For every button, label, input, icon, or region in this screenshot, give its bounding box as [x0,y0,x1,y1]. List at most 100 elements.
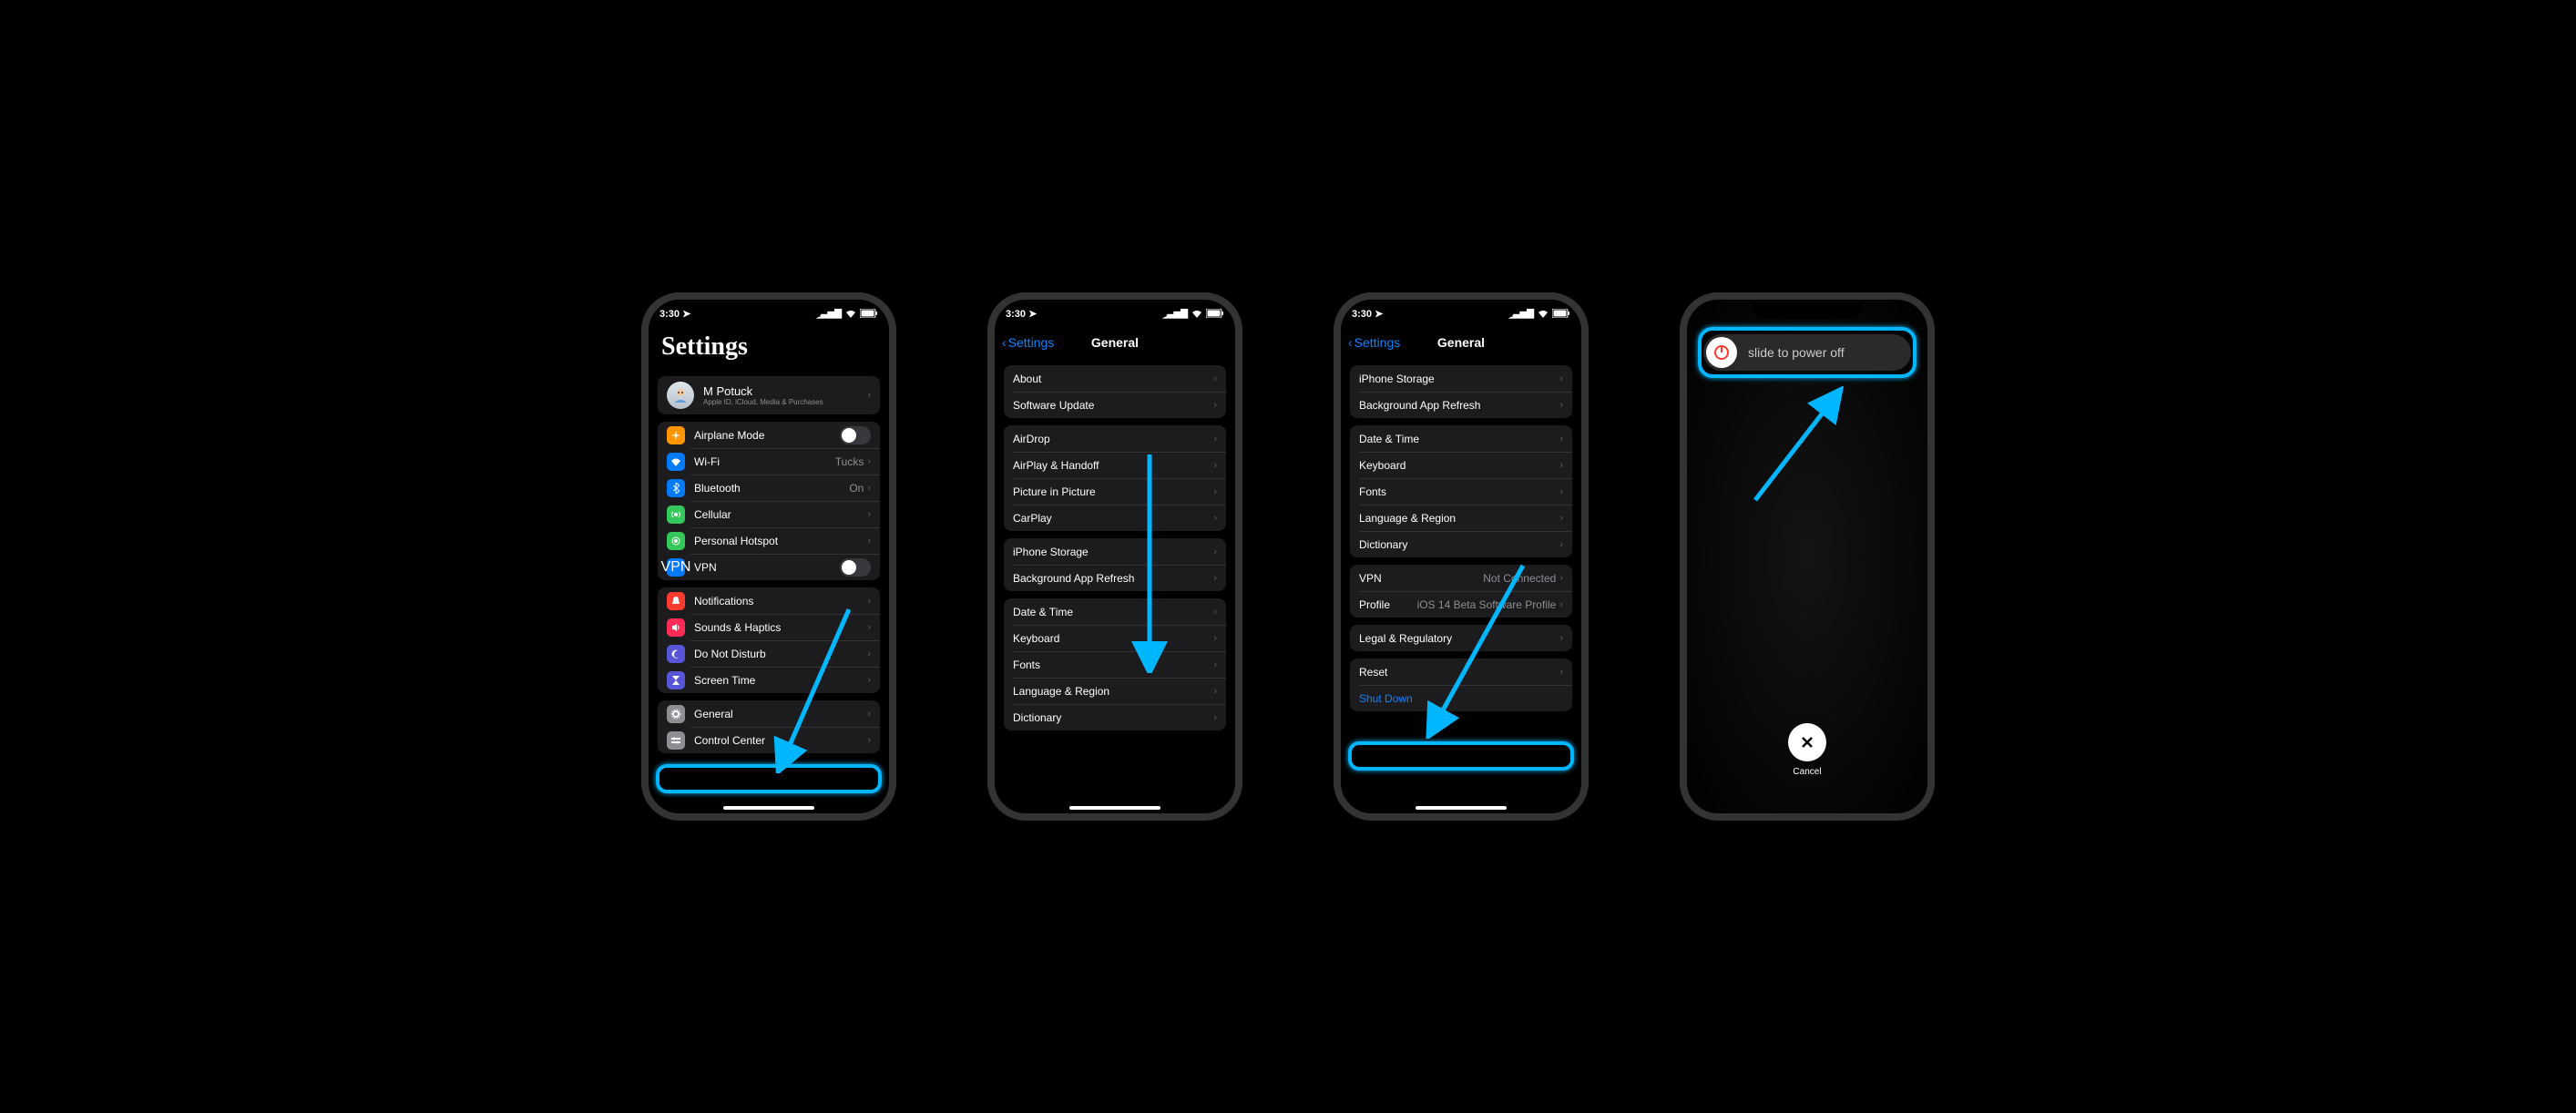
settings-row[interactable]: iPhone Storage› [1350,365,1572,392]
wifi-status-icon [845,310,856,318]
power-knob[interactable] [1706,337,1737,368]
chevron-right-icon: › [1213,546,1217,557]
settings-row[interactable]: AirPlay & Handoff› [1004,452,1226,478]
row-label: Profile [1359,598,1417,611]
home-indicator[interactable] [723,806,814,810]
settings-row[interactable]: Picture in Picture› [1004,478,1226,505]
home-indicator[interactable] [1416,806,1507,810]
back-button[interactable]: ‹Settings [1002,335,1054,350]
settings-row[interactable]: Cellular› [658,501,880,527]
row-label: Software Update [1013,399,1213,412]
chevron-right-icon: › [1213,659,1217,670]
chevron-right-icon: › [1559,400,1563,411]
battery-icon [860,309,878,318]
chevron-right-icon: › [1559,633,1563,644]
avatar [667,382,694,409]
row-label: Date & Time [1013,606,1213,618]
toggle-switch[interactable] [840,558,871,577]
nav-title: General [1437,335,1485,350]
chevron-right-icon: › [1213,460,1217,471]
nav-title: General [1091,335,1139,350]
chevron-right-icon: › [1213,573,1217,584]
settings-row[interactable]: Dictionary› [1350,531,1572,557]
row-label: Fonts [1359,485,1559,498]
settings-row[interactable]: Airplane Mode [658,422,880,448]
airplane-icon [667,426,685,444]
chevron-right-icon: › [1559,599,1563,610]
chevron-right-icon: › [867,709,871,720]
location-icon: ➤ [682,309,690,320]
apple-id-row[interactable]: M Potuck Apple ID, iCloud, Media & Purch… [658,376,880,414]
page-title: Settings [649,327,889,369]
row-label: About [1013,373,1213,385]
settings-row[interactable]: Keyboard› [1004,625,1226,651]
sound-icon [667,618,685,637]
status-time: 3:30 [1006,309,1026,320]
settings-row[interactable]: Fonts› [1350,478,1572,505]
settings-row[interactable]: CarPlay› [1004,505,1226,531]
settings-group: iPhone Storage›Background App Refresh› [1350,365,1572,418]
location-icon: ➤ [1375,309,1383,320]
chevron-right-icon: › [1213,434,1217,444]
chevron-right-icon: › [1213,400,1217,411]
back-button[interactable]: ‹Settings [1348,335,1400,350]
row-label: Dictionary [1013,711,1213,724]
arrow-annotation [767,600,858,773]
chevron-right-icon: › [1559,573,1563,584]
home-indicator[interactable] [1069,806,1160,810]
settings-row[interactable]: Date & Time› [1004,598,1226,625]
chevron-right-icon: › [867,509,871,520]
row-label: Background App Refresh [1013,572,1213,585]
toggle-switch[interactable] [840,426,871,444]
settings-group: AirDrop›AirPlay & Handoff›Picture in Pic… [1004,425,1226,531]
settings-row[interactable]: Language & Region› [1350,505,1572,531]
row-label: Language & Region [1359,512,1559,525]
arrow-annotation [1418,556,1537,739]
chevron-right-icon: › [1213,373,1217,384]
settings-row[interactable]: Keyboard› [1350,452,1572,478]
row-label: Language & Region [1013,685,1213,698]
slide-to-power-off[interactable]: slide to power off [1703,334,1911,371]
settings-row[interactable]: Dictionary› [1004,704,1226,730]
row-label: CarPlay [1013,512,1213,525]
row-label: Cellular [694,508,867,521]
row-label: Picture in Picture [1013,485,1213,498]
chevron-right-icon: › [867,390,871,401]
cancel-button[interactable] [1788,723,1826,761]
settings-row[interactable]: Fonts› [1004,651,1226,678]
settings-row[interactable]: BluetoothOn› [658,475,880,501]
settings-row[interactable]: Wi-FiTucks› [658,448,880,475]
back-label: Settings [1354,335,1401,350]
notch [1060,300,1170,320]
row-label: Personal Hotspot [694,535,867,547]
profile-name: M Potuck [703,384,867,398]
settings-row[interactable]: Background App Refresh› [1350,392,1572,418]
hotspot-icon [667,532,685,550]
slide-label: slide to power off [1748,345,1845,360]
row-label: VPN [694,561,840,574]
settings-row[interactable]: Date & Time› [1350,425,1572,452]
vpn-icon: VPN [667,558,685,577]
settings-row[interactable]: Software Update› [1004,392,1226,418]
nav-bar: ‹Settings General [1341,327,1581,358]
settings-row[interactable]: iPhone Storage› [1004,538,1226,565]
cell-icon [667,505,685,524]
settings-row[interactable]: AirDrop› [1004,425,1226,452]
chevron-right-icon: › [867,483,871,494]
chevron-right-icon: › [1559,373,1563,384]
chevron-right-icon: › [1213,607,1217,618]
cancel-label: Cancel [1687,767,1927,777]
chevron-right-icon: › [1559,513,1563,524]
chevron-right-icon: › [867,596,871,607]
settings-row[interactable]: VPN VPN [658,554,880,580]
row-label: Background App Refresh [1359,399,1559,412]
settings-group: About›Software Update› [1004,365,1226,418]
settings-row[interactable]: Personal Hotspot› [658,527,880,554]
chevron-right-icon: › [1213,486,1217,497]
settings-group-1: Airplane ModeWi-FiTucks›BluetoothOn›Cell… [658,422,880,580]
status-time: 3:30 [1352,309,1372,320]
settings-row[interactable]: About› [1004,365,1226,392]
arrow-annotation [1131,445,1168,673]
settings-row[interactable]: Language & Region› [1004,678,1226,704]
settings-row[interactable]: Background App Refresh› [1004,565,1226,591]
